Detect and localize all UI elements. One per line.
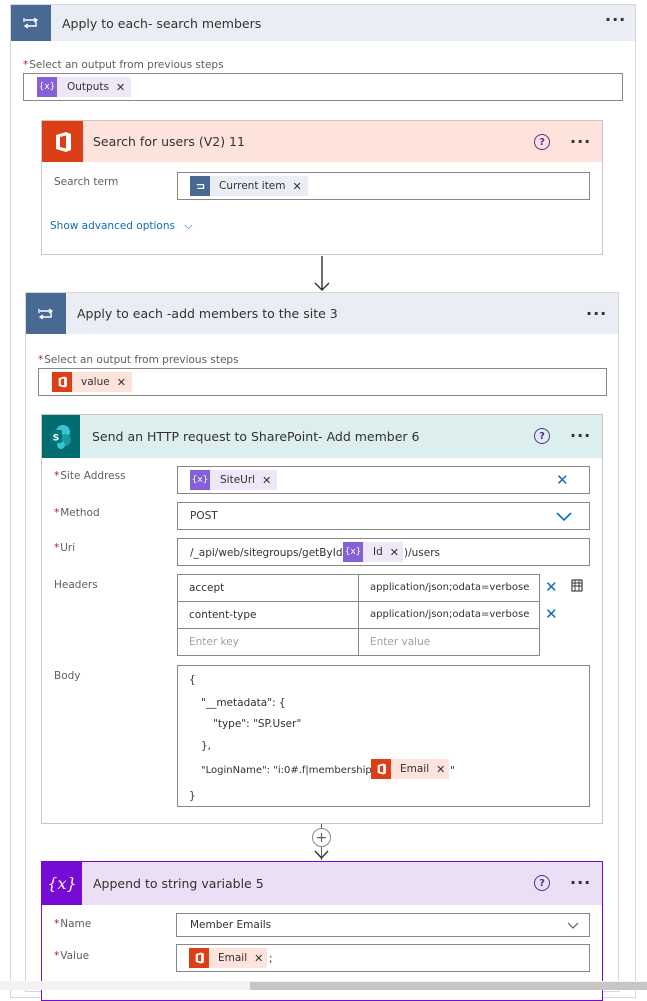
more-options-icon[interactable]: ··· (586, 306, 607, 322)
expression-icon: {x} (190, 470, 210, 490)
loop-icon (26, 293, 66, 334)
scrollbar-thumb[interactable] (250, 982, 647, 990)
email-token[interactable]: Email ✕ (189, 948, 268, 968)
loop-title: Apply to each- search members (62, 15, 262, 31)
loop-icon (11, 5, 51, 41)
value-token[interactable]: value ✕ (52, 372, 132, 392)
loop-header[interactable]: Apply to each -add members to the site 3 (26, 293, 618, 334)
headers-label: Headers (54, 579, 98, 591)
remove-token-icon[interactable]: ✕ (390, 546, 399, 559)
search-term-field[interactable]: Current item ✕ (177, 172, 590, 200)
append-header[interactable]: {x} Append to string variable 5 (42, 862, 602, 905)
search-term-label: Search term (54, 176, 119, 188)
outputs-token[interactable]: {x} Outputs ✕ (37, 77, 132, 97)
office-icon (52, 372, 72, 392)
show-advanced-options-link[interactable]: Show advanced options ⌵ (50, 220, 192, 233)
connector-arrow-icon (314, 850, 329, 860)
search-header[interactable]: Search for users (V2) 11 (42, 121, 602, 162)
method-dropdown[interactable]: POST (177, 502, 590, 530)
more-options-icon[interactable]: ··· (605, 12, 626, 28)
select-output-field[interactable]: value ✕ (38, 368, 607, 396)
remove-token-icon[interactable]: ✕ (436, 763, 445, 776)
name-label: *Name (54, 918, 92, 930)
name-dropdown[interactable]: Member Emails (176, 913, 590, 937)
send-http-request-card: S Send an HTTP request to SharePoint- Ad… (41, 414, 603, 824)
value-field[interactable]: Email ✕ ; (176, 944, 590, 972)
office-icon (371, 759, 391, 779)
header-key-input[interactable]: Enter key (177, 628, 359, 656)
delete-header-icon[interactable]: ✕ (545, 607, 558, 622)
select-output-field[interactable]: {x} Outputs ✕ (23, 73, 623, 101)
help-icon[interactable]: ? (534, 134, 550, 150)
value-label: *Value (54, 950, 90, 962)
header-value-input[interactable]: Enter value (358, 628, 540, 656)
http-title: Send an HTTP request to SharePoint- Add … (92, 429, 420, 444)
append-title: Append to string variable 5 (93, 876, 264, 891)
site-address-field[interactable]: {x} SiteUrl ✕ ✕ (177, 466, 590, 494)
current-item-token[interactable]: Current item ✕ (190, 176, 308, 196)
horizontal-scrollbar[interactable] (0, 981, 647, 990)
body-field[interactable]: { "__metadata": { "type": "SP.User" }, "… (177, 665, 590, 807)
office-icon (189, 948, 209, 968)
site-address-label: *Site Address (54, 470, 126, 482)
clear-icon[interactable]: ✕ (556, 473, 569, 488)
search-title: Search for users (V2) 11 (93, 134, 245, 149)
chevron-down-icon: ⌵ (184, 220, 193, 232)
help-icon[interactable]: ? (534, 428, 550, 444)
header-key-field[interactable]: accept (177, 574, 359, 602)
variable-icon: {x} (42, 862, 82, 905)
header-key-field[interactable]: content-type (177, 601, 359, 629)
expression-icon: {x} (343, 542, 363, 562)
sharepoint-icon: S (42, 415, 80, 458)
siteurl-token[interactable]: {x} SiteUrl ✕ (190, 470, 278, 490)
chevron-down-icon (567, 922, 579, 929)
id-token[interactable]: {x} Id ✕ (343, 542, 403, 562)
remove-token-icon[interactable]: ✕ (116, 81, 125, 94)
remove-token-icon[interactable]: ✕ (262, 474, 271, 487)
office-icon (42, 121, 83, 162)
loop-title: Apply to each -add members to the site 3 (77, 306, 338, 321)
more-options-icon[interactable]: ··· (570, 875, 591, 891)
select-output-label: *Select an output from previous steps (23, 59, 224, 71)
body-label: Body (54, 670, 81, 682)
method-label: *Method (54, 507, 100, 519)
header-value-field[interactable]: application/json;odata=verbose (358, 601, 540, 629)
svg-text:S: S (53, 433, 59, 443)
uri-label: *Uri (54, 542, 76, 554)
help-icon[interactable]: ? (534, 875, 550, 891)
search-for-users-card: Search for users (V2) 11 ? ··· Search te… (41, 120, 603, 255)
remove-token-icon[interactable]: ✕ (117, 376, 126, 389)
more-options-icon[interactable]: ··· (570, 428, 591, 444)
email-token[interactable]: Email ✕ (371, 759, 450, 779)
delete-header-icon[interactable]: ✕ (545, 580, 558, 595)
uri-field[interactable]: /_api/web/sitegroups/getById( {x} Id ✕ )… (177, 538, 590, 566)
remove-token-icon[interactable]: ✕ (254, 952, 263, 965)
connector-arrow-icon (314, 256, 330, 291)
insert-step-button[interactable]: + (312, 828, 331, 847)
http-header[interactable]: S Send an HTTP request to SharePoint- Ad… (42, 415, 602, 458)
more-options-icon[interactable]: ··· (570, 134, 591, 150)
loop-icon (190, 176, 210, 196)
header-value-field[interactable]: application/json;odata=verbose (358, 574, 540, 602)
append-to-string-variable-card: {x} Append to string variable 5 ? ··· *N… (41, 861, 603, 1001)
expression-icon: {x} (37, 77, 57, 97)
remove-token-icon[interactable]: ✕ (293, 180, 302, 193)
switch-to-text-mode-icon[interactable] (570, 578, 584, 593)
loop-header[interactable]: Apply to each- search members (11, 5, 635, 41)
chevron-down-icon (556, 512, 572, 521)
select-output-label: *Select an output from previous steps (38, 354, 239, 366)
